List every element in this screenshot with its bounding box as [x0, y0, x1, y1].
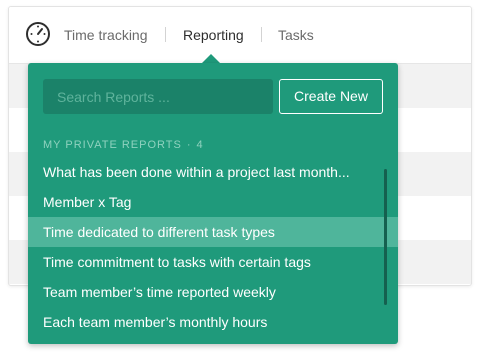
report-item[interactable]: Each team member’s monthly hours: [28, 307, 383, 337]
nav-time-tracking[interactable]: Time tracking: [64, 27, 148, 43]
list-scrollbar[interactable]: [384, 169, 387, 305]
section-count: 4: [196, 139, 204, 151]
top-navigation: Time tracking Reporting Tasks: [9, 7, 471, 64]
section-header: MY PRIVATE REPORTS · 4: [43, 139, 204, 151]
reports-dropdown: Create New MY PRIVATE REPORTS · 4 What has…: [28, 63, 398, 344]
report-item[interactable]: Team member’s time reported weekly: [28, 277, 383, 307]
section-title: MY PRIVATE REPORTS: [43, 139, 182, 151]
report-list: What has been done within a project last…: [28, 157, 398, 337]
stopwatch-icon[interactable]: [25, 21, 51, 47]
create-new-button[interactable]: Create New: [279, 79, 383, 114]
report-item[interactable]: What has been done within a project last…: [28, 157, 383, 187]
report-item-highlighted[interactable]: Time dedicated to different task types: [28, 217, 398, 247]
report-item[interactable]: Time commitment to tasks with certain ta…: [28, 247, 383, 277]
nav-tasks[interactable]: Tasks: [278, 27, 314, 43]
dropdown-caret: [202, 54, 220, 63]
nav-reporting[interactable]: Reporting: [183, 27, 244, 43]
section-separator: ·: [186, 139, 192, 151]
nav-separator: [261, 27, 262, 42]
report-item[interactable]: Member x Tag: [28, 187, 383, 217]
search-reports-input[interactable]: [43, 79, 273, 114]
nav-separator: [165, 27, 166, 42]
